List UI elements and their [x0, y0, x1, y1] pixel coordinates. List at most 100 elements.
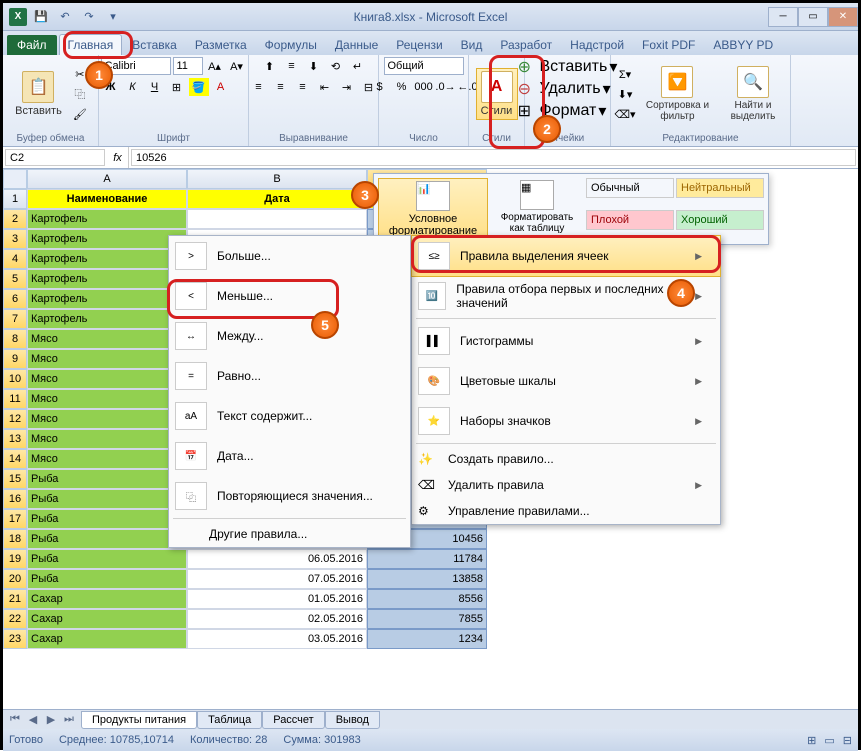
cell[interactable]: Сахар — [27, 589, 187, 609]
row-header[interactable]: 16 — [3, 489, 27, 509]
file-tab[interactable]: Файл — [7, 35, 57, 55]
maximize-button[interactable]: ▭ — [798, 7, 828, 27]
comma-button[interactable]: 000 — [414, 78, 434, 96]
row-header[interactable]: 14 — [3, 449, 27, 469]
row-header[interactable]: 22 — [3, 609, 27, 629]
col-header-a[interactable]: A — [27, 169, 187, 189]
cell[interactable]: Картофель — [27, 249, 187, 269]
sheet-tab[interactable]: Вывод — [325, 711, 380, 729]
row-header[interactable]: 3 — [3, 229, 27, 249]
font-color-button[interactable]: A — [211, 78, 231, 96]
menu-greater-than[interactable]: > Больше... — [169, 236, 410, 276]
style-good[interactable]: Хороший — [676, 210, 764, 230]
cell[interactable]: Картофель — [27, 309, 187, 329]
align-left-button[interactable]: ≡ — [249, 78, 269, 96]
sheet-first-button[interactable]: ⏮ — [7, 713, 23, 726]
style-bad[interactable]: Плохой — [586, 210, 674, 230]
cell[interactable]: Рыба — [27, 509, 187, 529]
cell[interactable]: Рыба — [27, 489, 187, 509]
fill-color-button[interactable]: 🪣 — [189, 78, 209, 96]
cell[interactable]: 07.05.2016 — [187, 569, 367, 589]
cell[interactable]: Наименование — [27, 189, 187, 209]
view-pagebreak-button[interactable]: ⊟ — [843, 734, 852, 747]
row-header[interactable]: 5 — [3, 269, 27, 289]
autosum-button[interactable]: Σ▾ — [615, 65, 635, 83]
row-header[interactable]: 20 — [3, 569, 27, 589]
cell[interactable]: Картофель — [27, 229, 187, 249]
style-normal[interactable]: Обычный — [586, 178, 674, 198]
cell[interactable]: 01.05.2016 — [187, 589, 367, 609]
underline-button[interactable]: Ч — [145, 78, 165, 96]
menu-equal-to[interactable]: = Равно... — [169, 356, 410, 396]
cell[interactable]: 8556 — [367, 589, 487, 609]
menu-clear-rules[interactable]: ⌫ Удалить правила ▶ — [412, 472, 720, 498]
cell[interactable]: Сахар — [27, 609, 187, 629]
increase-indent-button[interactable]: ⇥ — [337, 78, 357, 96]
select-all-corner[interactable] — [3, 169, 27, 189]
cell[interactable]: Рыба — [27, 529, 187, 549]
cell[interactable]: Мясо — [27, 449, 187, 469]
align-bottom-button[interactable]: ⬇ — [304, 57, 324, 75]
styles-button[interactable]: A Стили — [476, 68, 518, 120]
tab-abbyy[interactable]: ABBYY PD — [705, 35, 781, 55]
fx-button[interactable]: fx — [107, 147, 129, 168]
font-size-combo[interactable]: 11 — [173, 57, 203, 75]
row-header[interactable]: 10 — [3, 369, 27, 389]
row-header[interactable]: 21 — [3, 589, 27, 609]
row-header[interactable]: 19 — [3, 549, 27, 569]
cell[interactable]: Картофель — [27, 209, 187, 229]
cell[interactable]: Картофель — [27, 269, 187, 289]
style-neutral[interactable]: Нейтральный — [676, 178, 764, 198]
menu-new-rule[interactable]: ✨ Создать правило... — [412, 446, 720, 472]
currency-button[interactable]: $ — [370, 78, 390, 96]
increase-decimal-button[interactable]: .0→ — [436, 78, 456, 96]
cell[interactable]: 11784 — [367, 549, 487, 569]
cell[interactable]: Мясо — [27, 329, 187, 349]
row-header[interactable]: 23 — [3, 629, 27, 649]
align-top-button[interactable]: ⬆ — [260, 57, 280, 75]
name-box[interactable]: C2 — [5, 149, 105, 166]
cell[interactable]: 06.05.2016 — [187, 549, 367, 569]
tab-formulas[interactable]: Формулы — [257, 35, 325, 55]
percent-button[interactable]: % — [392, 78, 412, 96]
border-button[interactable]: ⊞ — [167, 78, 187, 96]
insert-cells-button[interactable]: ⊕ Вставить▾ — [518, 57, 618, 77]
formula-input[interactable]: 10526 — [131, 149, 856, 166]
view-normal-button[interactable]: ⊞ — [807, 734, 816, 747]
cell[interactable]: 03.05.2016 — [187, 629, 367, 649]
cell[interactable]: 13858 — [367, 569, 487, 589]
row-header[interactable]: 7 — [3, 309, 27, 329]
tab-layout[interactable]: Разметка — [187, 35, 255, 55]
save-button[interactable]: 💾 — [31, 7, 51, 27]
tab-data[interactable]: Данные — [327, 35, 386, 55]
cell[interactable]: Дата — [187, 189, 367, 209]
tab-developer[interactable]: Разработ — [492, 35, 560, 55]
sort-filter-button[interactable]: 🔽 Сортировка и фильтр — [639, 64, 716, 124]
menu-duplicate-values[interactable]: ⿻ Повторяющиеся значения... — [169, 476, 410, 516]
wrap-text-button[interactable]: ↵ — [348, 57, 368, 75]
tab-review[interactable]: Рецензи — [388, 35, 450, 55]
sheet-tab[interactable]: Таблица — [197, 711, 262, 729]
row-header[interactable]: 8 — [3, 329, 27, 349]
increase-font-button[interactable]: A▴ — [205, 57, 225, 75]
cell[interactable]: 1234 — [367, 629, 487, 649]
tab-insert[interactable]: Вставка — [124, 35, 185, 55]
paste-button[interactable]: 📋 Вставить — [11, 69, 66, 119]
qat-customize-icon[interactable]: ▾ — [103, 7, 123, 27]
menu-icon-sets[interactable]: ⭐ Наборы значков ▶ — [412, 401, 720, 441]
delete-cells-button[interactable]: ⊖ Удалить▾ — [518, 79, 611, 99]
menu-manage-rules[interactable]: ⚙ Управление правилами... — [412, 498, 720, 524]
cell[interactable] — [187, 209, 367, 229]
row-header[interactable]: 18 — [3, 529, 27, 549]
tab-view[interactable]: Вид — [453, 35, 491, 55]
menu-less-than[interactable]: < Меньше... — [169, 276, 410, 316]
undo-button[interactable]: ↶ — [55, 7, 75, 27]
minimize-button[interactable]: ─ — [768, 7, 798, 27]
tab-addins[interactable]: Надстрой — [562, 35, 632, 55]
sheet-prev-button[interactable]: ◀ — [25, 713, 41, 726]
row-header[interactable]: 1 — [3, 189, 27, 209]
row-header[interactable]: 4 — [3, 249, 27, 269]
format-painter-button[interactable]: 🖌 — [70, 105, 90, 123]
menu-text-contains[interactable]: aA Текст содержит... — [169, 396, 410, 436]
cell[interactable]: Мясо — [27, 409, 187, 429]
